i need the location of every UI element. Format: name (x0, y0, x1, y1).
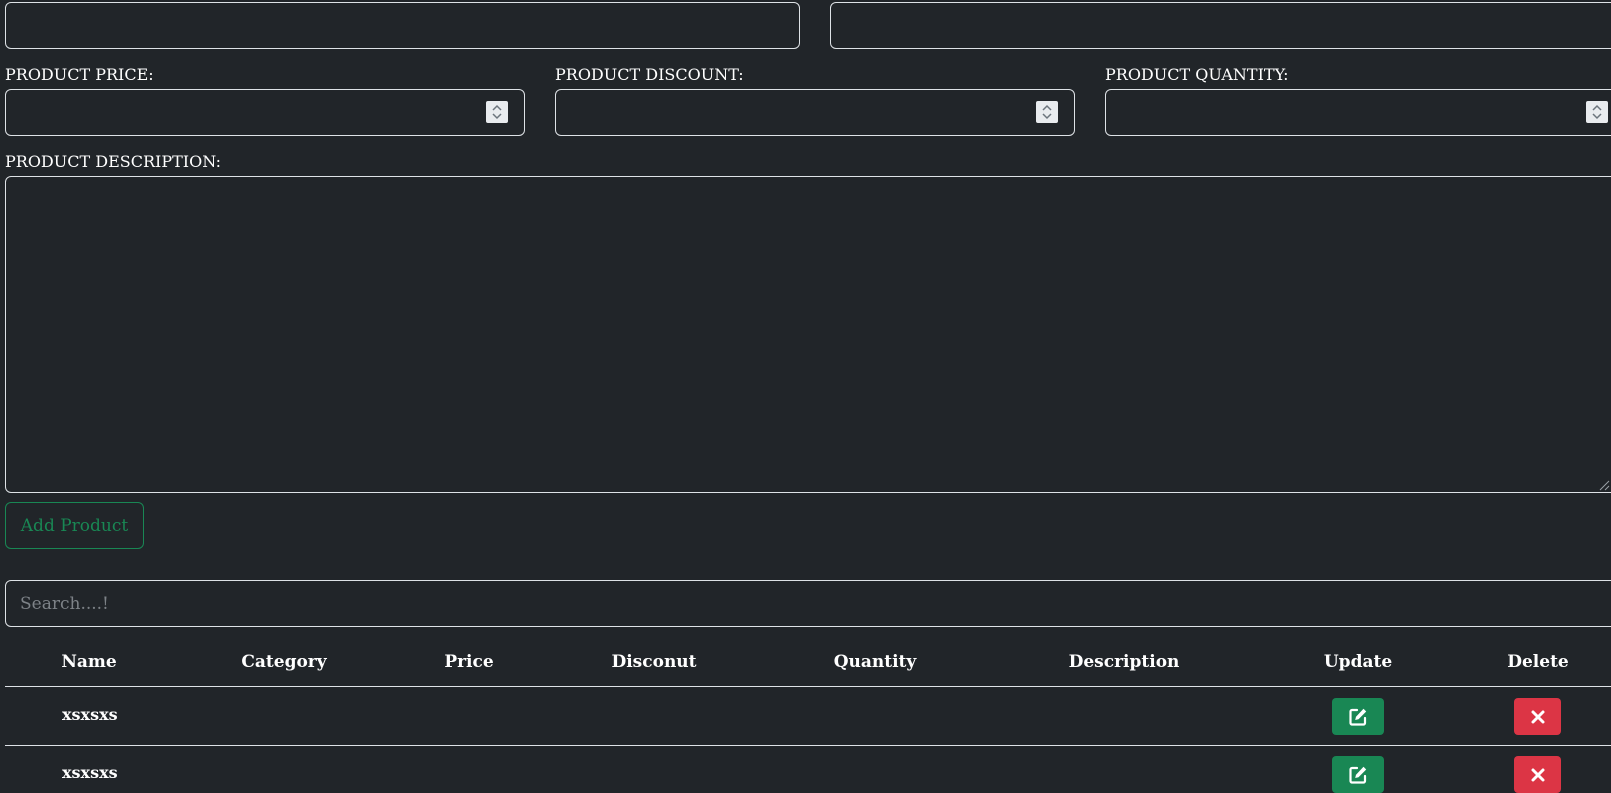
price-input[interactable] (5, 89, 525, 136)
header-divider (5, 686, 1611, 687)
row-divider (5, 745, 1611, 746)
price-label: PRODUCT PRICE: (5, 65, 154, 84)
discount-spinner-icon[interactable] (1036, 101, 1058, 123)
quantity-spinner-icon[interactable] (1586, 101, 1608, 123)
header-discount: Disconut (611, 652, 697, 672)
resize-grip-icon[interactable] (1596, 477, 1610, 491)
discount-input[interactable] (555, 89, 1075, 136)
quantity-input[interactable] (1105, 89, 1611, 136)
discount-label: PRODUCT DISCOUNT: (555, 65, 744, 84)
header-name: Name (61, 652, 117, 672)
header-quantity: Quantity (833, 652, 917, 672)
header-description: Description (1068, 652, 1180, 672)
close-icon (1531, 768, 1544, 781)
cell-name: xsxsxs (62, 763, 118, 782)
search-input[interactable] (5, 580, 1611, 627)
edit-icon (1349, 766, 1367, 784)
delete-button[interactable] (1514, 756, 1561, 793)
update-button[interactable] (1332, 756, 1384, 793)
delete-button[interactable] (1514, 698, 1561, 735)
header-category: Category (241, 652, 327, 672)
update-button[interactable] (1332, 698, 1384, 735)
add-product-button[interactable]: Add Product (5, 502, 144, 549)
price-spinner-icon[interactable] (486, 101, 508, 123)
close-icon (1531, 710, 1544, 723)
top-left-input[interactable] (5, 2, 800, 49)
edit-icon (1349, 708, 1367, 726)
header-delete: Delete (1507, 652, 1569, 672)
header-price: Price (444, 652, 494, 672)
header-update: Update (1323, 652, 1393, 672)
description-label: PRODUCT DESCRIPTION: (5, 152, 222, 171)
description-textarea[interactable] (5, 176, 1611, 493)
top-right-input[interactable] (830, 2, 1611, 49)
quantity-label: PRODUCT QUANTITY: (1105, 65, 1289, 84)
cell-name: xsxsxs (62, 705, 118, 724)
description-field-wrapper (5, 176, 1611, 493)
